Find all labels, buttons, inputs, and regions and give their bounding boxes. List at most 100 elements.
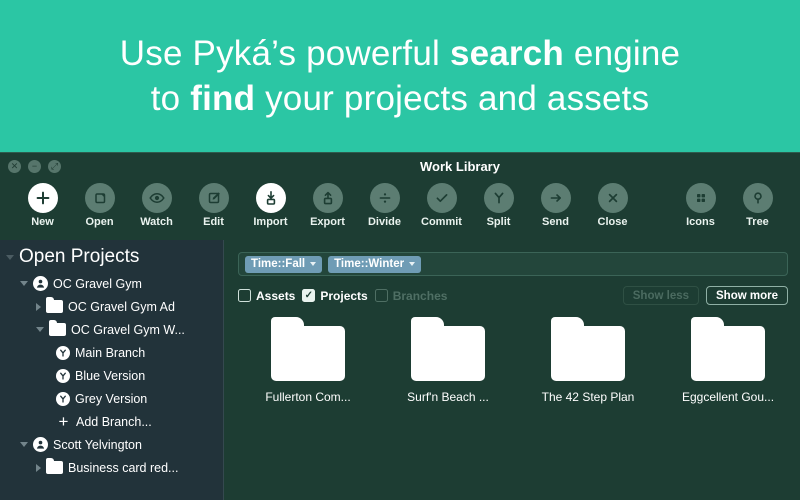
sidebar-item-label: Scott Yelvington (53, 437, 142, 452)
search-input[interactable]: Time::Fall Time::Winter (238, 252, 788, 276)
sidebar-item-oc-gravel-gym-ad[interactable]: OC Gravel Gym Ad (0, 295, 223, 318)
result-item-eggcellent[interactable]: Eggcellent Gou... (658, 317, 798, 404)
checkbox-label: Branches (392, 288, 448, 303)
sidebar-item-label: Grey Version (75, 391, 148, 406)
toolbar-button-close[interactable]: Close (584, 183, 641, 228)
toolbar-button-commit[interactable]: Commit (413, 183, 470, 228)
person-icon (33, 276, 48, 291)
sidebar-item-main-branch[interactable]: Main Branch (0, 341, 223, 364)
chevron-down-icon[interactable] (20, 442, 28, 447)
toolbar-button-edit[interactable]: Edit (185, 183, 242, 228)
window-body: Open Projects OC Gravel Gym OC Gravel Gy… (0, 240, 800, 500)
zoom-window-button[interactable]: ⤢ (48, 160, 61, 173)
pencil-edit-icon (198, 183, 229, 213)
toolbar-button-icons-view[interactable]: Icons (672, 183, 729, 228)
chevron-down-icon[interactable] (20, 281, 28, 286)
sidebar-item-label: Business card red... (68, 460, 179, 475)
sidebar-root-open-projects[interactable]: Open Projects (0, 244, 223, 272)
toolbar-label-commit: Commit (421, 216, 462, 228)
sidebar: Open Projects OC Gravel Gym OC Gravel Gy… (0, 240, 224, 500)
checkbox-box[interactable]: ✓ (302, 289, 316, 302)
eye-icon (141, 183, 172, 213)
toolbar-label-close: Close (597, 216, 628, 228)
show-more-button[interactable]: Show more (706, 286, 788, 305)
folder-icon (411, 317, 485, 381)
promo-text-2c: your projects and assets (255, 79, 650, 118)
toolbar-label-import: Import (253, 216, 288, 228)
toolbar-button-watch[interactable]: Watch (128, 183, 185, 228)
toolbar-button-tree-view[interactable]: Tree (729, 183, 786, 228)
filter-row: Assets ✓ Projects Branches Show less Sho… (238, 286, 788, 305)
promo-text-search: search (449, 34, 564, 73)
close-window-button[interactable]: ✕ (8, 160, 21, 173)
toolbar-button-new[interactable]: New (14, 183, 71, 228)
result-item-surfn-beach[interactable]: Surf'n Beach ... (378, 317, 518, 404)
checkbox-label: Projects (320, 288, 368, 303)
checkbox-assets[interactable]: Assets (238, 289, 295, 303)
result-item-label: The 42 Step Plan (541, 390, 635, 404)
title-bar: ✕ − ⤢ Work Library (0, 152, 800, 180)
chevron-down-icon[interactable] (36, 327, 44, 332)
result-item-fullerton[interactable]: Fullerton Com... (238, 317, 378, 404)
result-item-label: Eggcellent Gou... (681, 390, 775, 404)
search-token-label: Time::Winter (334, 258, 405, 270)
sidebar-item-grey-version[interactable]: Grey Version (0, 387, 223, 410)
toolbar-label-watch: Watch (140, 216, 173, 228)
checkbox-projects[interactable]: ✓ Projects (302, 288, 368, 303)
toolbar-label-icons: Icons (686, 216, 715, 228)
result-item-label: Surf'n Beach ... (407, 390, 489, 404)
toolbar-button-export[interactable]: Export (299, 183, 356, 228)
promo-text-find: find (190, 79, 256, 118)
promo-headline-line-2: to find your projects and assets (151, 76, 650, 121)
result-item-42-step-plan[interactable]: The 42 Step Plan (518, 317, 658, 404)
branch-y-icon (483, 183, 514, 213)
sidebar-item-label: OC Gravel Gym W... (71, 322, 185, 337)
folder-icon (551, 317, 625, 381)
promo-text-1c: engine (564, 34, 681, 73)
check-icon (426, 183, 457, 213)
chevron-down-icon[interactable] (6, 254, 14, 260)
folder-icon (271, 317, 345, 381)
sidebar-item-label: OC Gravel Gym Ad (68, 299, 175, 314)
chevron-right-icon[interactable] (36, 302, 41, 311)
toolbar-button-divide[interactable]: Divide (356, 183, 413, 228)
import-icon (255, 183, 286, 213)
toolbar-button-open[interactable]: Open (71, 183, 128, 228)
arrow-right-icon (540, 183, 571, 213)
sidebar-item-label: Add Branch... (76, 414, 152, 429)
toolbar: New Open Watch Edit Import Export Divide… (0, 180, 800, 240)
toolbar-label-export: Export (310, 216, 345, 228)
sidebar-item-scott-yelvington[interactable]: Scott Yelvington (0, 433, 223, 456)
toolbar-button-send[interactable]: Send (527, 183, 584, 228)
checkbox-box[interactable] (238, 289, 251, 302)
chevron-down-icon[interactable] (409, 262, 416, 266)
toolbar-label-open: Open (85, 216, 114, 228)
sidebar-item-blue-version[interactable]: Blue Version (0, 364, 223, 387)
toolbar-button-import[interactable]: Import (242, 183, 299, 228)
show-less-button: Show less (622, 286, 700, 305)
sidebar-item-oc-gravel-gym-w[interactable]: OC Gravel Gym W... (0, 318, 223, 341)
toolbar-label-send: Send (542, 216, 569, 228)
toolbar-button-split[interactable]: Split (470, 183, 527, 228)
folder-icon (691, 317, 765, 381)
plus-icon (27, 183, 58, 213)
sidebar-item-label: OC Gravel Gym (53, 276, 142, 291)
checkbox-box (374, 289, 388, 302)
sidebar-item-oc-gravel-gym[interactable]: OC Gravel Gym (0, 272, 223, 295)
checkbox-branches: Branches (374, 288, 448, 303)
search-token-time-fall[interactable]: Time::Fall (245, 255, 323, 273)
toolbar-label-split: Split (486, 216, 511, 228)
chevron-right-icon[interactable] (36, 463, 41, 472)
sidebar-item-business-card-red[interactable]: Business card red... (0, 456, 223, 479)
sidebar-item-add-branch[interactable]: + Add Branch... (0, 410, 223, 433)
toolbar-label-edit: Edit (203, 216, 224, 228)
content-area: Time::Fall Time::Winter Assets ✓ Project… (224, 240, 800, 500)
minimize-window-button[interactable]: − (28, 160, 41, 173)
divide-icon (369, 183, 400, 213)
chevron-down-icon[interactable] (310, 262, 317, 266)
tree-view-icon (742, 183, 773, 213)
toolbar-label-tree: Tree (746, 216, 769, 228)
search-token-time-winter[interactable]: Time::Winter (328, 255, 422, 273)
search-token-label: Time::Fall (251, 258, 306, 270)
results-grid: Fullerton Com... Surf'n Beach ... The 42… (224, 317, 800, 404)
